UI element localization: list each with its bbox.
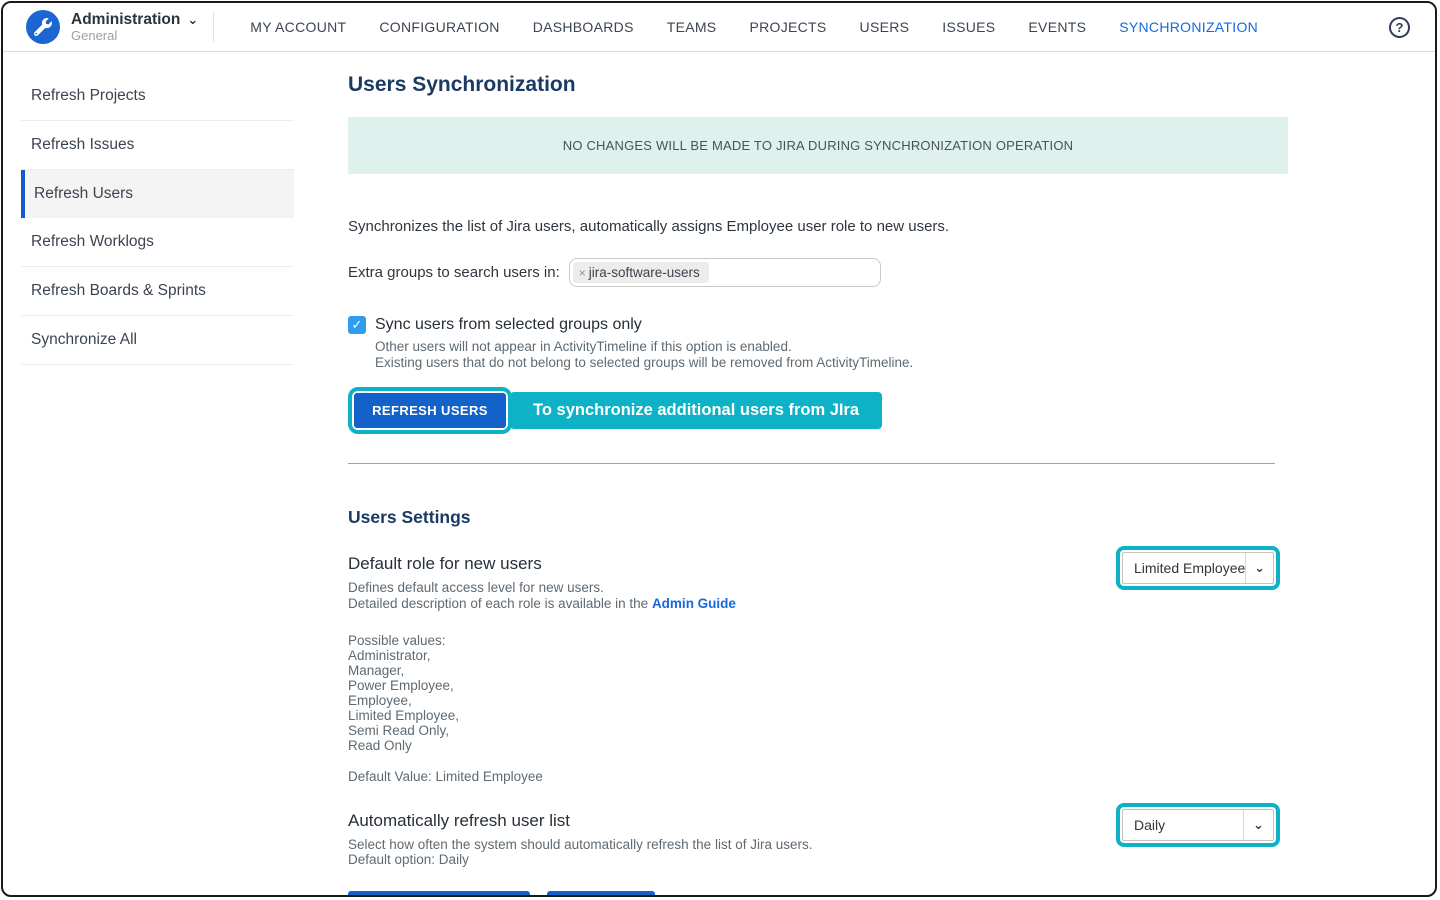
- nav-issues[interactable]: ISSUES: [942, 19, 995, 35]
- nav-synchronization[interactable]: SYNCHRONIZATION: [1119, 19, 1258, 35]
- auto-refresh-description: Select how often the system should autom…: [348, 837, 812, 868]
- nav-teams[interactable]: TEAMS: [667, 19, 717, 35]
- nav-dashboards[interactable]: DASHBOARDS: [533, 19, 634, 35]
- main-nav: MY ACCOUNT CONFIGURATION DASHBOARDS TEAM…: [250, 19, 1258, 35]
- info-banner: NO CHANGES WILL BE MADE TO JIRA DURING S…: [348, 117, 1288, 174]
- refresh-users-button[interactable]: REFRESH USERS: [354, 393, 506, 428]
- sidebar-item-refresh-users[interactable]: Refresh Users: [21, 170, 294, 218]
- refresh-users-callout: To synchronize additional users from JIr…: [510, 392, 882, 429]
- nav-events[interactable]: EVENTS: [1028, 19, 1086, 35]
- top-nav-bar: Administration ⌄ General MY ACCOUNT CONF…: [3, 3, 1435, 52]
- default-role-dropdown-value: Limited Employee: [1123, 560, 1245, 576]
- auto-refresh-dropdown-value: Daily: [1123, 817, 1243, 833]
- auto-refresh-title: Automatically refresh user list: [348, 811, 812, 831]
- brand-text: Administration ⌄ General: [71, 12, 198, 43]
- sidebar-item-refresh-worklogs[interactable]: Refresh Worklogs: [21, 218, 294, 267]
- nav-my-account[interactable]: MY ACCOUNT: [250, 19, 346, 35]
- auto-refresh-dropdown[interactable]: Daily ⌄: [1122, 809, 1274, 841]
- sidebar-item-synchronize-all[interactable]: Synchronize All: [21, 316, 294, 365]
- brand-subtitle: General: [71, 29, 198, 43]
- default-role-title: Default role for new users: [348, 554, 736, 574]
- refresh-users-highlight: REFRESH USERS: [348, 387, 512, 434]
- remove-tag-icon[interactable]: ×: [579, 266, 586, 280]
- auto-refresh-highlight: Daily ⌄: [1116, 803, 1280, 847]
- header-divider: [213, 12, 214, 42]
- default-role-highlight: Limited Employee ⌄: [1116, 546, 1280, 590]
- sidebar-item-refresh-issues[interactable]: Refresh Issues: [21, 121, 294, 170]
- nav-projects[interactable]: PROJECTS: [749, 19, 826, 35]
- brand-title: Administration: [71, 12, 180, 28]
- group-tag-label: jira-software-users: [589, 265, 700, 280]
- sidebar: Refresh Projects Refresh Issues Refresh …: [3, 52, 313, 894]
- sync-groups-checkbox-label[interactable]: Sync users from selected groups only: [375, 316, 642, 334]
- possible-values-list: Possible values: Administrator, Manager,…: [348, 633, 736, 753]
- chevron-down-icon: ⌄: [187, 13, 198, 27]
- help-icon[interactable]: ?: [1389, 17, 1410, 38]
- sync-description: Synchronizes the list of Jira users, aut…: [348, 218, 1435, 235]
- default-value-text: Default Value: Limited Employee: [348, 769, 736, 784]
- administration-menu[interactable]: Administration ⌄ General: [3, 10, 198, 44]
- app-window: Administration ⌄ General MY ACCOUNT CONF…: [1, 1, 1437, 897]
- check-icon: ✓: [352, 317, 363, 333]
- sidebar-item-refresh-projects[interactable]: Refresh Projects: [21, 72, 294, 121]
- chevron-down-icon[interactable]: ⌄: [1246, 560, 1273, 576]
- wrench-icon: [26, 10, 60, 44]
- extra-groups-input[interactable]: × jira-software-users: [569, 258, 881, 287]
- users-settings-heading: Users Settings: [348, 507, 1280, 528]
- nav-configuration[interactable]: CONFIGURATION: [379, 19, 499, 35]
- section-divider: [348, 463, 1275, 464]
- cancel-button[interactable]: CANCEL: [547, 891, 656, 897]
- sidebar-item-refresh-boards-sprints[interactable]: Refresh Boards & Sprints: [21, 267, 294, 316]
- group-tag: × jira-software-users: [573, 262, 709, 283]
- sync-groups-checkbox[interactable]: ✓: [348, 316, 366, 334]
- nav-users[interactable]: USERS: [860, 19, 910, 35]
- admin-guide-link[interactable]: Admin Guide: [652, 596, 736, 611]
- default-role-description: Defines default access level for new use…: [348, 580, 736, 611]
- default-role-dropdown[interactable]: Limited Employee ⌄: [1122, 552, 1274, 584]
- chevron-down-icon[interactable]: ⌄: [1244, 817, 1273, 833]
- default-role-setting: Default role for new users Defines defau…: [348, 554, 736, 783]
- main-content: Users Synchronization NO CHANGES WILL BE…: [313, 52, 1435, 894]
- update-settings-button[interactable]: UPDATE SETTINGS: [348, 891, 530, 897]
- extra-groups-label: Extra groups to search users in:: [348, 264, 560, 281]
- auto-refresh-setting: Automatically refresh user list Select h…: [348, 811, 812, 868]
- checkbox-help-text: Other users will not appear in ActivityT…: [375, 339, 1435, 370]
- page-title: Users Synchronization: [348, 73, 1435, 97]
